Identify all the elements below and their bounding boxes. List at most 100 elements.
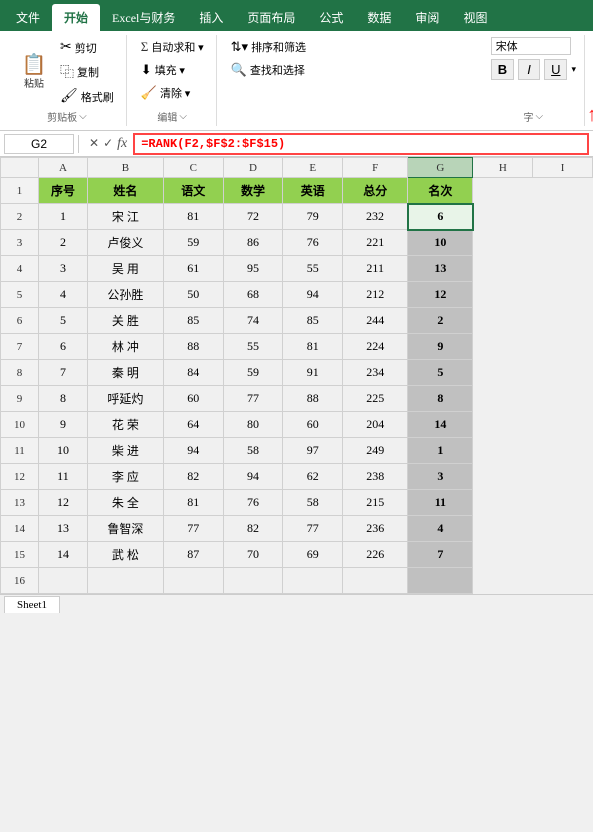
- table-cell[interactable]: 林 冲: [87, 334, 163, 360]
- fill-button[interactable]: ⬇ 填充 ▾: [137, 60, 189, 80]
- clear-button[interactable]: 🧹 清除 ▾: [137, 83, 194, 103]
- tab-view[interactable]: 视图: [451, 4, 499, 31]
- table-cell[interactable]: 数学: [223, 178, 283, 204]
- table-cell[interactable]: 姓名: [87, 178, 163, 204]
- table-cell[interactable]: 226: [343, 542, 408, 568]
- table-cell[interactable]: 8: [408, 386, 473, 412]
- cancel-formula-icon[interactable]: ✕: [89, 136, 99, 151]
- table-cell[interactable]: 82: [163, 464, 223, 490]
- col-header-g[interactable]: G: [408, 158, 473, 178]
- table-cell[interactable]: 88: [163, 334, 223, 360]
- table-cell[interactable]: [87, 568, 163, 594]
- table-cell[interactable]: 8: [39, 386, 88, 412]
- row-header[interactable]: 6: [1, 308, 39, 334]
- table-cell[interactable]: 87: [163, 542, 223, 568]
- table-cell[interactable]: 6: [408, 204, 473, 230]
- table-cell[interactable]: 204: [343, 412, 408, 438]
- col-header-f[interactable]: F: [343, 158, 408, 178]
- row-header[interactable]: 8: [1, 360, 39, 386]
- table-cell[interactable]: 80: [223, 412, 283, 438]
- table-cell[interactable]: 79: [283, 204, 343, 230]
- table-cell[interactable]: 1: [39, 204, 88, 230]
- table-cell[interactable]: [283, 568, 343, 594]
- insert-function-icon[interactable]: fx: [117, 136, 127, 152]
- table-cell[interactable]: 4: [39, 282, 88, 308]
- table-cell[interactable]: 77: [283, 516, 343, 542]
- table-cell[interactable]: 69: [283, 542, 343, 568]
- table-cell[interactable]: 朱 全: [87, 490, 163, 516]
- table-cell[interactable]: 81: [163, 204, 223, 230]
- tab-review[interactable]: 审阅: [403, 4, 451, 31]
- table-cell[interactable]: 77: [223, 386, 283, 412]
- row-header[interactable]: 7: [1, 334, 39, 360]
- table-cell[interactable]: 13: [39, 516, 88, 542]
- table-cell[interactable]: 238: [343, 464, 408, 490]
- sheet-tab-1[interactable]: Sheet1: [4, 596, 60, 613]
- table-cell[interactable]: 序号: [39, 178, 88, 204]
- tab-page-layout[interactable]: 页面布局: [235, 4, 307, 31]
- formula-input[interactable]: =RANK(F2,$F$2:$F$15): [133, 133, 589, 155]
- row-header[interactable]: 15: [1, 542, 39, 568]
- table-cell[interactable]: 2: [408, 308, 473, 334]
- table-cell[interactable]: 10: [39, 438, 88, 464]
- sort-filter-button[interactable]: ⇅▾ 排序和筛选: [227, 37, 310, 57]
- table-cell[interactable]: 名次: [408, 178, 473, 204]
- tab-home[interactable]: 开始: [52, 4, 100, 31]
- table-cell[interactable]: 7: [39, 360, 88, 386]
- table-cell[interactable]: 211: [343, 256, 408, 282]
- table-cell[interactable]: 95: [223, 256, 283, 282]
- table-cell[interactable]: 秦 明: [87, 360, 163, 386]
- underline-button[interactable]: U: [544, 59, 567, 80]
- table-cell[interactable]: 64: [163, 412, 223, 438]
- table-cell[interactable]: 2: [39, 230, 88, 256]
- table-cell[interactable]: 11: [408, 490, 473, 516]
- table-cell[interactable]: 关 胜: [87, 308, 163, 334]
- table-cell[interactable]: 4: [408, 516, 473, 542]
- table-cell[interactable]: 6: [39, 334, 88, 360]
- table-cell[interactable]: 3: [39, 256, 88, 282]
- font-name-input[interactable]: [491, 37, 571, 55]
- clipboard-expand-icon[interactable]: ⌵: [79, 111, 87, 122]
- table-cell[interactable]: 81: [283, 334, 343, 360]
- table-cell[interactable]: 61: [163, 256, 223, 282]
- table-cell[interactable]: 215: [343, 490, 408, 516]
- table-cell[interactable]: 10: [408, 230, 473, 256]
- table-cell[interactable]: 60: [163, 386, 223, 412]
- table-cell[interactable]: [343, 568, 408, 594]
- table-cell[interactable]: 总分: [343, 178, 408, 204]
- table-cell[interactable]: 94: [283, 282, 343, 308]
- cut-button[interactable]: ✂ 剪切: [56, 37, 118, 58]
- table-cell[interactable]: 55: [223, 334, 283, 360]
- table-cell[interactable]: 宋 江: [87, 204, 163, 230]
- table-cell[interactable]: 62: [283, 464, 343, 490]
- table-cell[interactable]: 14: [408, 412, 473, 438]
- table-cell[interactable]: 卢俊义: [87, 230, 163, 256]
- font-expand-icon[interactable]: ⌵: [536, 111, 544, 122]
- col-header-e[interactable]: E: [283, 158, 343, 178]
- table-cell[interactable]: 武 松: [87, 542, 163, 568]
- table-cell[interactable]: 语文: [163, 178, 223, 204]
- confirm-formula-icon[interactable]: ✓: [103, 136, 113, 151]
- cell-ref-input[interactable]: [4, 134, 74, 154]
- table-cell[interactable]: 12: [39, 490, 88, 516]
- table-cell[interactable]: 244: [343, 308, 408, 334]
- underline-arrow[interactable]: ▾: [571, 64, 576, 75]
- table-cell[interactable]: 94: [163, 438, 223, 464]
- bold-button[interactable]: B: [491, 59, 514, 80]
- tab-data[interactable]: 数据: [355, 4, 403, 31]
- table-cell[interactable]: 5: [39, 308, 88, 334]
- table-cell[interactable]: 9: [39, 412, 88, 438]
- table-cell[interactable]: 88: [283, 386, 343, 412]
- table-cell[interactable]: 234: [343, 360, 408, 386]
- table-cell[interactable]: 94: [223, 464, 283, 490]
- table-cell[interactable]: 68: [223, 282, 283, 308]
- row-header[interactable]: 16: [1, 568, 39, 594]
- table-cell[interactable]: 60: [283, 412, 343, 438]
- tab-insert[interactable]: 插入: [187, 4, 235, 31]
- table-cell[interactable]: 李 应: [87, 464, 163, 490]
- row-header[interactable]: 3: [1, 230, 39, 256]
- table-cell[interactable]: 柴 进: [87, 438, 163, 464]
- table-cell[interactable]: 212: [343, 282, 408, 308]
- table-cell[interactable]: 84: [163, 360, 223, 386]
- find-select-button[interactable]: 🔍 查找和选择: [227, 60, 309, 80]
